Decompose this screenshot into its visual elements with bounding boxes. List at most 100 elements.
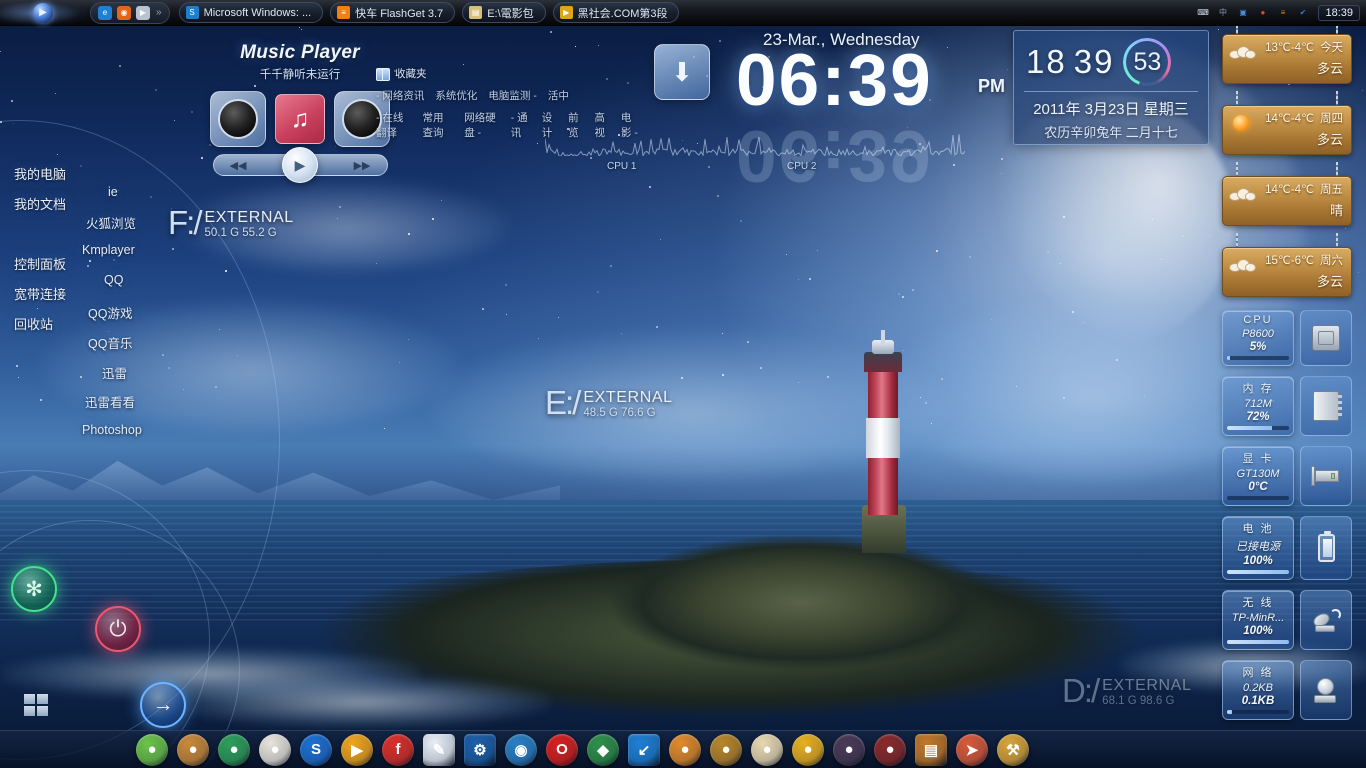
drive-indicator-d[interactable]: D:/ EXTERNAL 68.1 G 98.6 G	[1062, 674, 1191, 707]
drive-indicator-e[interactable]: E:/ EXTERNAL 48.5 G 76.6 G	[545, 386, 673, 419]
firefox-icon[interactable]: ◉	[117, 5, 131, 20]
taskbar-window-1[interactable]: ≡ 快车 FlashGet 3.7	[330, 2, 456, 23]
monitor-5-readout[interactable]: 网 络 0.2KB 0.1KB	[1222, 660, 1294, 720]
bookmark-link[interactable]: 网络硬盘 -	[464, 110, 499, 140]
dock-opera-browser[interactable]: O	[546, 733, 578, 766]
dock-maple-game[interactable]: ●	[751, 733, 783, 766]
launcher-item-photoshop[interactable]: Photoshop	[82, 423, 142, 437]
start-button[interactable]: ▶	[0, 0, 86, 26]
quick-launch-bar: e ◉ ▶ »	[90, 1, 170, 24]
dock-qq-messenger[interactable]: ●	[218, 733, 250, 766]
taskbar-window-3[interactable]: ▶ 黑社会.COM第3段	[552, 2, 680, 23]
weather-plaque-0[interactable]: 13℃-4℃ 今天 多云	[1222, 34, 1352, 84]
bookmark-link[interactable]: 高视	[595, 110, 610, 140]
launcher-item-qq-games[interactable]: QQ游戏	[88, 303, 132, 322]
dock-tools-app[interactable]: ⚒	[997, 733, 1029, 766]
launcher-item-qq[interactable]: QQ	[104, 273, 123, 287]
keyboard-icon[interactable]: ⌨	[1195, 6, 1210, 20]
launcher-item-kmplayer[interactable]: Kmplayer	[82, 243, 135, 257]
quicklaunch-overflow-icon[interactable]: »	[155, 7, 162, 18]
bookmark-link[interactable]: 前览	[568, 110, 583, 140]
dock-folder-app[interactable]: ▤	[915, 733, 947, 766]
taskbar-window-0[interactable]: S Microsoft Windows: ...	[178, 2, 324, 23]
monitor-2-readout[interactable]: 显 卡 GT130M 0°C	[1222, 446, 1294, 506]
weather-plaque-3[interactable]: 15℃-6℃ 周六 多云	[1222, 247, 1352, 297]
flashget-icon[interactable]: ≡	[1275, 6, 1290, 20]
dock-settings-gear[interactable]: ⚙	[464, 733, 496, 766]
logoff-button[interactable]: →	[140, 682, 186, 728]
window-title: 黑社会.COM第3段	[577, 7, 668, 20]
digital-clock-widget: 18 39 53 2011年 3月23日 星期三 农历辛卯兔年 二月十七	[1013, 30, 1209, 145]
shutdown-button[interactable]: ⏻	[95, 606, 141, 652]
desktop-icon-control-panel[interactable]: 控制面板	[14, 254, 66, 273]
bookmark-link[interactable]: 系统优化	[435, 88, 477, 103]
launcher-item-thunder[interactable]: 迅雷	[102, 363, 127, 382]
ime-icon[interactable]: 中	[1215, 6, 1230, 20]
launcher-item-ie[interactable]: ie	[108, 185, 118, 199]
lighthouse-band	[866, 418, 900, 458]
antivirus-icon[interactable]: ✔	[1295, 6, 1310, 20]
taskbar-window-2[interactable]: ▤ E:\電影包	[462, 2, 546, 23]
bookmark-link[interactable]: 常用查询	[422, 110, 453, 140]
desktop-icon-recycle-bin[interactable]: 回收站	[14, 314, 53, 333]
monitor-row-1: 内 存 712M 72%	[1222, 376, 1352, 436]
monitor-row-4: 无 线 TP-MinR... 100%	[1222, 590, 1352, 650]
bookmark-link[interactable]: - 通讯	[511, 110, 531, 140]
qq-icon[interactable]: ●	[1255, 6, 1270, 20]
dock-game-mask[interactable]: ●	[669, 733, 701, 766]
bookmark-link[interactable]: - 在线翻译	[376, 110, 411, 140]
prev-button[interactable]: ◀◀	[230, 159, 247, 172]
dock-anime-game[interactable]: ●	[792, 733, 824, 766]
dock-notepad-editor[interactable]: ✎	[423, 733, 455, 766]
digital-date: 2011年 3月23日 星期三	[1033, 101, 1189, 118]
dock-warcraft-game[interactable]: ●	[833, 733, 865, 766]
dock-security-shield[interactable]: ◆	[587, 733, 619, 766]
next-button[interactable]: ▶▶	[354, 159, 371, 172]
monitor-3-readout[interactable]: 电 池已接电源 100%	[1222, 516, 1294, 580]
internet-explorer-icon[interactable]: e	[98, 5, 112, 20]
launcher-item-kankan[interactable]: 迅雷看看	[85, 392, 135, 411]
dock-chat-app[interactable]: ◉	[505, 733, 537, 766]
monitor-0-readout[interactable]: CPU P8600 5%	[1222, 310, 1294, 366]
bookmark-link[interactable]: 活中	[548, 88, 569, 103]
weather-plaque-2[interactable]: 14℃-4℃ 周五晴	[1222, 176, 1352, 226]
weather-plaque-1[interactable]: 14℃-4℃ 周四 多云	[1222, 105, 1352, 155]
bookmark-link[interactable]: - 网络资讯	[376, 88, 424, 103]
dock-sogou-browser[interactable]: S	[300, 733, 332, 766]
dock-monkey-app[interactable]: ●	[177, 733, 209, 766]
restart-button[interactable]: ✻	[11, 566, 57, 612]
dock-rpg-game[interactable]: ●	[874, 733, 906, 766]
dock-media-player-classic[interactable]: ▶	[341, 733, 373, 766]
bookmark-link[interactable]: 电影 -	[621, 110, 641, 140]
dock-qq-pet[interactable]: ●	[136, 733, 168, 766]
launcher-item-firefox[interactable]: 火狐浏览	[86, 213, 136, 232]
monitor-percent: 100%	[1243, 555, 1273, 567]
music-note-icon[interactable]: ♫	[275, 94, 325, 144]
media-player-icon[interactable]: ▶	[136, 5, 150, 20]
monitor-1-readout[interactable]: 内 存 712M 72%	[1222, 376, 1294, 436]
download-icon[interactable]: ⬇	[654, 44, 710, 100]
drive-name: EXTERNAL	[204, 209, 294, 226]
desktop-icon-my-documents[interactable]: 我的文档	[14, 194, 66, 213]
system-tray: ⌨ 中 ▣ ● ≡ ✔ 18:39	[1185, 0, 1366, 26]
network-icon[interactable]: ▣	[1235, 6, 1250, 20]
tray-clock[interactable]: 18:39	[1318, 4, 1360, 21]
dock-dnf-game[interactable]: ●	[710, 733, 742, 766]
monitor-bar	[1227, 426, 1289, 430]
monitor-title: 网 络	[1242, 667, 1274, 679]
dock-thunder-download[interactable]: ↙	[628, 733, 660, 766]
desktop-icon-broadband[interactable]: 宽带连接	[14, 284, 66, 303]
desktop-icon-my-computer[interactable]: 我的电脑	[14, 164, 66, 183]
dock-rocket-app[interactable]: ➤	[956, 733, 988, 766]
bookmark-link[interactable]: 设计	[542, 110, 557, 140]
play-button[interactable]: ▶	[282, 147, 318, 183]
drive-indicator-f[interactable]: F:/ EXTERNAL 50.1 G 55.2 G	[168, 206, 294, 239]
dock-anonymous-mask[interactable]: ●	[259, 733, 291, 766]
launcher-item-qq-music[interactable]: QQ音乐	[88, 333, 132, 352]
cloud-icon	[1229, 255, 1259, 277]
monitor-title: 无 线	[1242, 597, 1274, 609]
bookmark-link[interactable]: 电脑监测 -	[488, 88, 536, 103]
chip-icon	[1300, 310, 1352, 366]
dock-flash-player[interactable]: f	[382, 733, 414, 766]
monitor-4-readout[interactable]: 无 线 TP-MinR... 100%	[1222, 590, 1294, 650]
